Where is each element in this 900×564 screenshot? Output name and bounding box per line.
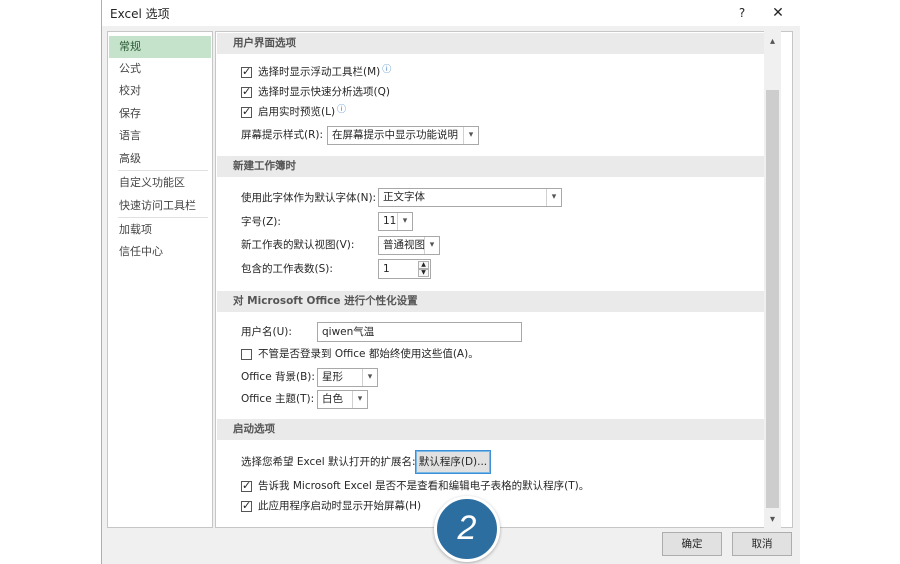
section-header-new-workbook: 新建工作簿时 (217, 156, 767, 177)
office-background-label: Office 背景(B): (241, 371, 315, 383)
quick-analysis-checkbox[interactable]: ✓ (241, 85, 252, 98)
office-theme-select[interactable]: 白色 ▾ (317, 390, 368, 409)
info-icon: ⓘ (337, 105, 347, 115)
default-font-select[interactable]: 正文字体 ▾ (378, 188, 562, 207)
chevron-down-icon: ▾ (397, 213, 412, 230)
checkmark-icon: ✓ (242, 85, 252, 98)
category-nav: 常规 公式 校对 保存 语言 高级 自定义功能区 快速访问工具栏 加载项 信任中… (107, 31, 213, 528)
chevron-down-icon: ▾ (463, 127, 478, 144)
section-header-startup: 启动选项 (217, 419, 767, 440)
live-preview-label: 启用实时预览(L) ⓘ (258, 105, 347, 118)
checkmark-icon: ✓ (242, 479, 252, 492)
options-panel: 用户界面选项 ✓ 选择时显示浮动工具栏(M) ⓘ ✓ 选择时显示快速分析选项(Q)… (215, 31, 793, 528)
nav-item-language[interactable]: 语言 (109, 125, 211, 147)
office-theme-label: Office 主题(T): (241, 393, 315, 405)
checkmark-icon: ✓ (242, 65, 252, 78)
sheet-count-value: 1 (383, 263, 390, 275)
cancel-button[interactable]: 取消 (732, 532, 792, 556)
show-start-screen-label: 此应用程序启动时显示开始屏幕(H) (258, 500, 422, 512)
font-size-select[interactable]: 11 ▾ (378, 212, 413, 231)
info-icon: ⓘ (382, 65, 392, 75)
screentip-style-label: 屏幕提示样式(R): (241, 129, 324, 141)
nav-item-trust-center[interactable]: 信任中心 (109, 241, 211, 263)
default-view-select[interactable]: 普通视图 ▾ (378, 236, 440, 255)
default-extensions-label: 选择您希望 Excel 默认打开的扩展名: (241, 456, 416, 468)
nav-separator (118, 217, 208, 218)
sheet-count-label: 包含的工作表数(S): (241, 263, 333, 275)
nav-item-general[interactable]: 常规 (109, 36, 211, 58)
background-left (0, 0, 102, 564)
background-right (800, 0, 900, 564)
scroll-down-icon[interactable]: ▾ (764, 511, 781, 528)
dialog-title: Excel 选项 (110, 7, 170, 21)
close-button[interactable]: ✕ (766, 2, 790, 24)
spin-down-icon[interactable]: ▼ (418, 269, 429, 277)
always-use-checkbox[interactable] (241, 349, 252, 360)
nav-item-advanced[interactable]: 高级 (109, 148, 211, 170)
section-header-ui-options: 用户界面选项 (217, 33, 767, 54)
nav-separator (118, 170, 208, 171)
nav-item-customize-ribbon[interactable]: 自定义功能区 (109, 172, 211, 194)
screentip-style-select[interactable]: 在屏幕提示中显示功能说明 ▾ (327, 126, 479, 145)
scroll-thumb[interactable] (766, 90, 779, 508)
sheet-count-spinner[interactable]: 1 ▲ ▼ (378, 259, 431, 279)
nav-item-quick-access-toolbar[interactable]: 快速访问工具栏 (109, 195, 211, 217)
chevron-down-icon: ▾ (362, 369, 377, 386)
nav-item-add-ins[interactable]: 加载项 (109, 219, 211, 241)
section-header-personalize: 对 Microsoft Office 进行个性化设置 (217, 291, 767, 312)
checkmark-icon: ✓ (242, 499, 252, 512)
step-number-badge: 2 (434, 496, 500, 562)
tell-me-default-checkbox[interactable]: ✓ (241, 479, 252, 492)
scroll-up-icon[interactable]: ▴ (764, 33, 781, 50)
checkmark-icon: ✓ (242, 105, 252, 118)
default-font-label: 使用此字体作为默认字体(N): (241, 192, 377, 204)
chevron-down-icon: ▾ (424, 237, 439, 254)
mini-toolbar-label: 选择时显示浮动工具栏(M) ⓘ (258, 65, 392, 78)
nav-item-proofing[interactable]: 校对 (109, 80, 211, 102)
title-bar: Excel 选项 ? ✕ (102, 0, 800, 26)
default-programs-button[interactable]: 默认程序(D)... (415, 450, 491, 474)
nav-item-save[interactable]: 保存 (109, 103, 211, 125)
office-background-select[interactable]: 星形 ▾ (317, 368, 378, 387)
default-view-label: 新工作表的默认视图(V): (241, 239, 355, 251)
spin-up-icon[interactable]: ▲ (418, 261, 429, 269)
username-input[interactable]: qiwen气温 (317, 322, 522, 342)
font-size-label: 字号(Z): (241, 216, 281, 228)
quick-analysis-label: 选择时显示快速分析选项(Q) (258, 86, 390, 98)
username-label: 用户名(U): (241, 326, 292, 338)
spin-buttons: ▲ ▼ (418, 261, 429, 277)
chevron-down-icon: ▾ (352, 391, 367, 408)
show-start-screen-checkbox[interactable]: ✓ (241, 499, 252, 512)
tell-me-default-label: 告诉我 Microsoft Excel 是否不是查看和编辑电子表格的默认程序(T… (258, 480, 590, 492)
excel-options-dialog: Excel 选项 ? ✕ 常规 公式 校对 保存 语言 高级 自定义功能区 快速… (102, 0, 800, 564)
chevron-down-icon: ▾ (546, 189, 561, 206)
ok-button[interactable]: 确定 (662, 532, 722, 556)
mini-toolbar-checkbox[interactable]: ✓ (241, 65, 252, 78)
vertical-scrollbar[interactable]: ▴ ▾ (764, 31, 781, 528)
nav-item-formulas[interactable]: 公式 (109, 58, 211, 80)
live-preview-checkbox[interactable]: ✓ (241, 105, 252, 118)
always-use-label: 不管是否登录到 Office 都始终使用这些值(A)。 (258, 348, 479, 360)
help-button[interactable]: ? (730, 2, 754, 24)
